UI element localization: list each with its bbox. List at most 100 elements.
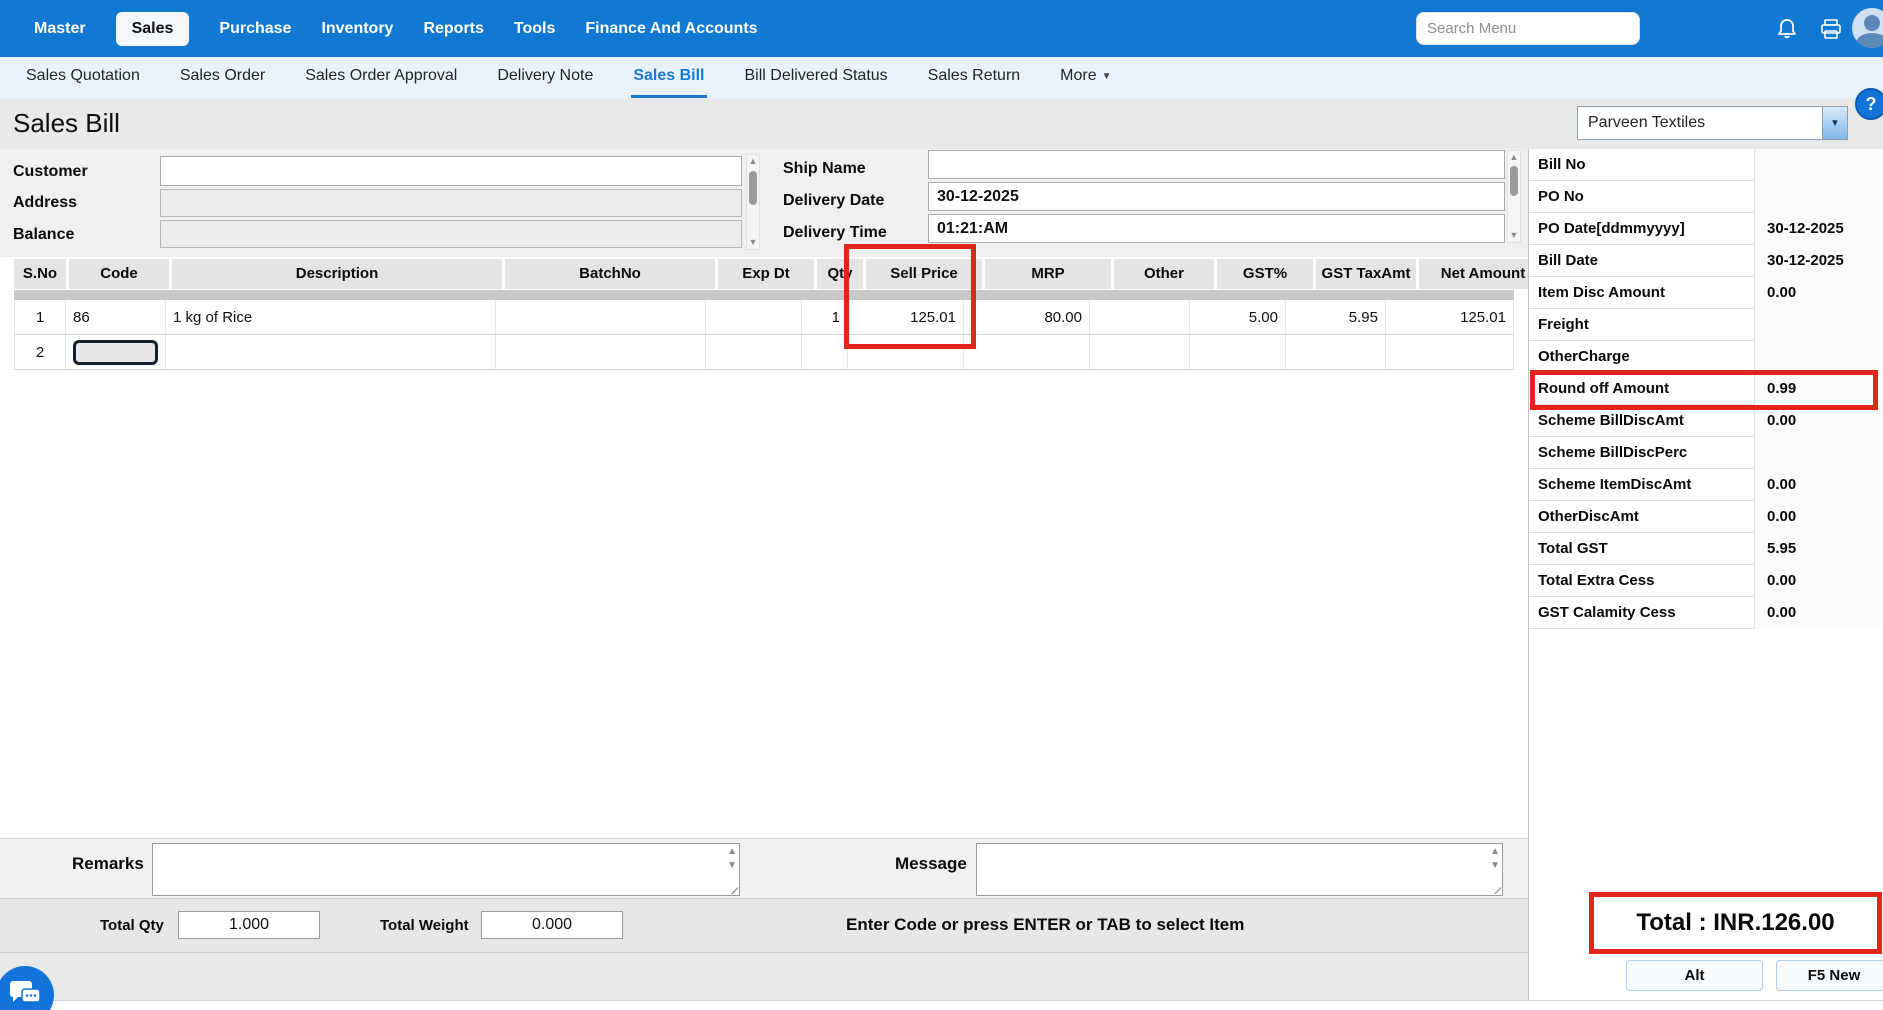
scroll-up-icon[interactable]: ▲ xyxy=(727,846,737,857)
f5-new-button[interactable]: F5 New xyxy=(1776,960,1883,991)
tab-sales-order-approval[interactable]: Sales Order Approval xyxy=(303,57,459,98)
cell-batchno[interactable] xyxy=(496,300,706,334)
scroll-thumb[interactable] xyxy=(1510,166,1518,196)
cell-description[interactable]: 1 kg of Rice xyxy=(166,300,496,334)
scroll-down-icon[interactable]: ▼ xyxy=(1490,860,1500,871)
cell-code[interactable] xyxy=(66,335,166,369)
nav-tools[interactable]: Tools xyxy=(514,20,555,38)
cell-other[interactable] xyxy=(1090,335,1190,369)
cell-expdt[interactable] xyxy=(706,300,802,334)
summary-row-otherdiscamt: OtherDiscAmt 0.00 xyxy=(1529,501,1883,533)
summary-value[interactable]: 0.00 xyxy=(1767,501,1796,533)
cell-gst-taxamt[interactable]: 5.95 xyxy=(1286,300,1386,334)
summary-value[interactable]: 30-12-2025 xyxy=(1767,213,1844,245)
scroll-down-icon[interactable]: ▼ xyxy=(747,236,759,249)
tab-sales-quotation[interactable]: Sales Quotation xyxy=(24,57,142,98)
summary-row-total-extra-cess: Total Extra Cess 0.00 xyxy=(1529,565,1883,597)
summary-label: Item Disc Amount xyxy=(1529,277,1755,309)
search-input[interactable] xyxy=(1416,12,1640,45)
col-mrp: MRP xyxy=(985,259,1111,289)
cell-sno[interactable]: 1 xyxy=(14,300,66,334)
form-right-scrollbar[interactable]: ▲ ▼ xyxy=(1507,150,1521,243)
print-icon[interactable] xyxy=(1816,14,1846,44)
cell-code[interactable]: 86 xyxy=(66,300,166,334)
resize-handle[interactable] xyxy=(1491,884,1501,894)
tab-sales-order[interactable]: Sales Order xyxy=(178,57,267,98)
form-left-scrollbar[interactable]: ▲ ▼ xyxy=(746,154,760,250)
summary-row-othercharge: OtherCharge xyxy=(1529,341,1883,373)
summary-label: GST Calamity Cess xyxy=(1529,597,1755,629)
nav-reports[interactable]: Reports xyxy=(423,20,483,38)
tab-sales-return[interactable]: Sales Return xyxy=(926,57,1023,98)
summary-value[interactable]: 30-12-2025 xyxy=(1767,245,1844,277)
summary-value[interactable]: 0.00 xyxy=(1767,277,1796,309)
cell-batchno[interactable] xyxy=(496,335,706,369)
tab-bill-delivered-status[interactable]: Bill Delivered Status xyxy=(743,57,890,98)
ship-name-label: Ship Name xyxy=(783,160,866,177)
delivery-time-label: Delivery Time xyxy=(783,224,887,241)
nav-purchase[interactable]: Purchase xyxy=(219,20,291,38)
cell-gst-pct[interactable] xyxy=(1190,335,1286,369)
company-select[interactable]: Parveen Textiles ▼ xyxy=(1577,106,1848,140)
summary-value[interactable]: 5.95 xyxy=(1767,533,1796,565)
col-sno: S.No xyxy=(14,259,66,289)
nav-inventory[interactable]: Inventory xyxy=(321,20,393,38)
scroll-down-icon[interactable]: ▼ xyxy=(727,860,737,871)
remarks-textarea[interactable]: ▲ ▼ xyxy=(152,843,740,896)
company-select-value: Parveen Textiles xyxy=(1588,114,1706,131)
cell-mrp[interactable] xyxy=(964,335,1090,369)
cell-mrp[interactable]: 80.00 xyxy=(964,300,1090,334)
sales-subnav: Sales Quotation Sales Order Sales Order … xyxy=(0,57,1883,98)
user-avatar[interactable] xyxy=(1852,8,1883,48)
title-band: Sales Bill Parveen Textiles ▼ xyxy=(0,98,1883,149)
totals-band: Total Qty 1.000 Total Weight 0.000 Enter… xyxy=(0,898,1528,952)
resize-handle[interactable] xyxy=(728,884,738,894)
scroll-down-icon[interactable]: ▼ xyxy=(1508,229,1520,242)
cell-qty[interactable] xyxy=(802,335,848,369)
scroll-up-icon[interactable]: ▲ xyxy=(1508,151,1520,164)
cell-gst-taxamt[interactable] xyxy=(1286,335,1386,369)
tab-more[interactable]: More ▼ xyxy=(1058,57,1113,98)
cell-net-amount[interactable] xyxy=(1386,335,1514,369)
summary-value[interactable]: 0.00 xyxy=(1767,597,1796,629)
delivery-date-input[interactable]: 30-12-2025 xyxy=(928,182,1505,211)
notifications-bell-icon[interactable] xyxy=(1772,14,1802,44)
cell-expdt[interactable] xyxy=(706,335,802,369)
scroll-thumb[interactable] xyxy=(749,171,757,205)
nav-master[interactable]: Master xyxy=(34,20,86,38)
address-label: Address xyxy=(13,194,78,211)
summary-value[interactable]: 0.00 xyxy=(1767,469,1796,501)
scroll-up-icon[interactable]: ▲ xyxy=(747,155,759,168)
tab-delivery-note[interactable]: Delivery Note xyxy=(495,57,595,98)
cell-other[interactable] xyxy=(1090,300,1190,334)
nav-sales[interactable]: Sales xyxy=(115,11,190,46)
summary-row-scheme-itemdiscamt: Scheme ItemDiscAmt 0.00 xyxy=(1529,469,1883,501)
nav-finance-accounts[interactable]: Finance And Accounts xyxy=(585,20,757,38)
summary-row-item-disc: Item Disc Amount 0.00 xyxy=(1529,277,1883,309)
ship-name-input[interactable] xyxy=(928,150,1505,179)
tab-sales-bill[interactable]: Sales Bill xyxy=(631,57,707,98)
summary-label: Scheme BillDiscPerc xyxy=(1529,437,1755,469)
company-select-arrow-icon[interactable]: ▼ xyxy=(1822,107,1847,139)
cell-description[interactable] xyxy=(166,335,496,369)
cell-net-amount[interactable]: 125.01 xyxy=(1386,300,1514,334)
code-input-focused[interactable] xyxy=(73,339,158,365)
summary-value[interactable]: 0.00 xyxy=(1767,565,1796,597)
table-divider-strip xyxy=(14,290,1514,300)
cell-gst-pct[interactable]: 5.00 xyxy=(1190,300,1286,334)
col-description: Description xyxy=(172,259,502,289)
delivery-time-input[interactable]: 01:21:AM xyxy=(928,214,1505,243)
scroll-up-icon[interactable]: ▲ xyxy=(1490,846,1500,857)
message-textarea[interactable]: ▲ ▼ xyxy=(976,843,1503,896)
cell-qty[interactable]: 1 xyxy=(802,300,848,334)
status-hint: Enter Code or press ENTER or TAB to sele… xyxy=(846,915,1245,934)
cell-sno[interactable]: 2 xyxy=(14,335,66,369)
help-icon[interactable]: ? xyxy=(1855,88,1883,120)
summary-row-po-no: PO No xyxy=(1529,181,1883,213)
alt-button[interactable]: Alt xyxy=(1626,960,1763,991)
customer-input[interactable] xyxy=(160,156,742,186)
summary-row-bill-date: Bill Date 30-12-2025 xyxy=(1529,245,1883,277)
summary-label: Total Extra Cess xyxy=(1529,565,1755,597)
chat-icon[interactable] xyxy=(0,966,54,1010)
sales-bill-screen: Master Sales Purchase Inventory Reports … xyxy=(0,0,1883,1010)
